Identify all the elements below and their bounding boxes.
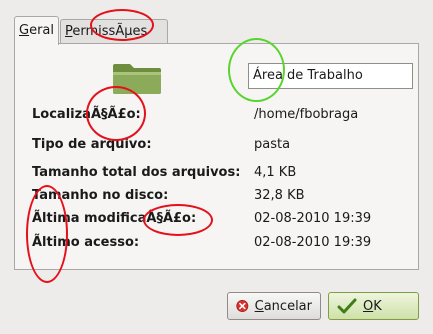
tab-general-mnemonic: G xyxy=(19,23,30,38)
ok-mnemonic: O xyxy=(363,298,374,314)
ok-checkmark-icon xyxy=(337,298,357,314)
ok-label: K xyxy=(373,298,382,314)
ok-button[interactable]: OK xyxy=(328,292,419,320)
tab-permissions[interactable]: PermissÃµes xyxy=(60,19,168,43)
last-modified-label: Ãltima modificaÃ§Ã£o: xyxy=(32,211,197,226)
tab-permissions-label: ermissÃµes xyxy=(72,24,148,39)
total-size-label: Tamanho total dos arquivos: xyxy=(32,165,241,180)
cancel-button[interactable]: Cancelar xyxy=(227,292,321,320)
file-type-label: Tipo de arquivo: xyxy=(32,137,152,152)
file-type-value: pasta xyxy=(254,137,291,152)
location-label: LocalizaÃ§Ã£o: xyxy=(32,107,141,122)
disk-size-label: Tamanho no disco: xyxy=(32,188,169,203)
folder-name-input[interactable]: Área de Trabalho xyxy=(248,63,413,89)
cancel-icon xyxy=(236,300,249,312)
cancel-mnemonic: C xyxy=(254,298,264,314)
disk-size-value: 32,8 KB xyxy=(254,188,305,203)
last-accessed-label: Ãltimo acesso: xyxy=(32,235,140,250)
tab-general[interactable]: Geral xyxy=(14,16,59,45)
total-size-value: 4,1 KB xyxy=(254,165,297,180)
last-modified-value: 02-08-2010 19:39 xyxy=(254,211,372,226)
last-accessed-value: 02-08-2010 19:39 xyxy=(254,235,372,250)
cancel-label: ancelar xyxy=(263,298,312,314)
location-value: /home/fbobraga xyxy=(254,107,359,122)
folder-icon xyxy=(113,64,161,94)
tab-general-label: eral xyxy=(29,23,54,38)
